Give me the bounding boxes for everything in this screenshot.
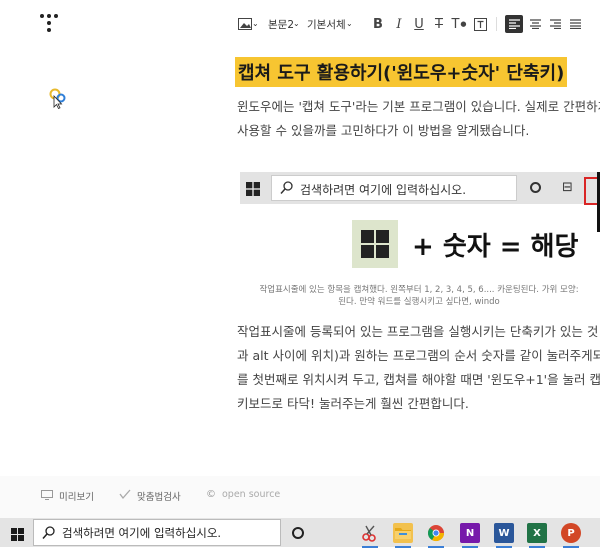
chevron-down-icon[interactable]: ⌄ <box>293 19 300 28</box>
tistory-logo-icon[interactable] <box>40 14 64 38</box>
spellcheck-button[interactable]: 맞춤법검사 <box>119 489 181 503</box>
paragraph-style-select[interactable]: 본문2 <box>268 17 294 32</box>
excel-icon[interactable]: X <box>527 523 547 548</box>
windows-taskbar: 검색하려면 여기에 입력하십시오. N W X P <box>0 518 600 548</box>
windows-icon <box>246 181 260 196</box>
text-color-icon[interactable]: T ● <box>451 16 467 32</box>
bold-icon[interactable]: B <box>370 16 386 32</box>
italic-icon[interactable]: I <box>391 16 407 32</box>
caption-line: 된다. 만약 워드를 실행시키고 싶다면, windo <box>338 297 500 307</box>
cortana-icon[interactable] <box>292 527 304 539</box>
word-icon[interactable]: W <box>494 523 514 548</box>
chevron-down-icon[interactable]: ⌄ <box>346 19 353 28</box>
underline-icon[interactable]: U <box>411 16 427 32</box>
taskbar-search-input[interactable]: 검색하려면 여기에 입력하십시오. <box>33 519 281 546</box>
body-paragraph[interactable]: 작업표시줄에 등록되어 있는 프로그램을 실행시키는 단축키가 있는 것 과 a… <box>237 320 600 416</box>
chrome-icon[interactable] <box>426 523 446 548</box>
paragraph-line: 과 alt 사이에 위치)과 원하는 프로그램의 순서 숫자를 같이 눌러주게되 <box>237 348 600 363</box>
monitor-icon <box>41 489 53 503</box>
embedded-screenshot[interactable]: 검색하려면 여기에 입력하십시오. ⊟ + 숫자 = 해당 <box>240 172 600 277</box>
chevron-down-icon[interactable]: ⌄ <box>252 19 259 28</box>
align-center-icon[interactable] <box>527 16 543 32</box>
search-icon <box>42 525 55 544</box>
taskbar-search-placeholder: 검색하려면 여기에 입력하십시오. <box>62 526 222 540</box>
screenshot-search-box: 검색하려면 여기에 입력하십시오. <box>271 175 517 201</box>
align-justify-icon[interactable] <box>567 16 583 32</box>
cortana-icon <box>530 182 541 193</box>
shortcut-formula: + 숫자 = 해당 <box>412 232 579 262</box>
busy-cursor-icon <box>48 88 70 110</box>
post-title[interactable]: 캡쳐 도구 활용하기('윈도우+숫자' 단축키) <box>235 57 568 87</box>
open-source-label: open source <box>222 489 281 500</box>
screenshot-taskbar: 검색하려면 여기에 입력하십시오. ⊟ <box>240 172 600 205</box>
paragraph-line: 사용할 수 있을까를 고민하다가 이 방법을 알게됐습니다. <box>237 123 530 138</box>
text-background-icon[interactable] <box>472 16 488 32</box>
file-explorer-icon[interactable] <box>393 523 413 548</box>
blog-editor: ⌄ 본문2 ⌄ 기본서체 ⌄ B I U T T ● 캡쳐 도구 활용하기('윈… <box>0 0 600 518</box>
strikethrough-icon[interactable]: T <box>431 16 447 32</box>
post-title-wrap: 캡쳐 도구 활용하기('윈도우+숫자' 단축키) <box>235 57 568 87</box>
toolbar-divider <box>496 17 497 31</box>
caption-line: 작업표시줄에 있는 항목을 캡쳐했다. 왼쪽부터 1, 2, 3, 4, 5, … <box>259 285 579 295</box>
font-family-select[interactable]: 기본서체 <box>307 17 346 32</box>
search-icon <box>280 180 293 199</box>
windows-start-icon[interactable] <box>11 526 24 541</box>
paragraph-line: 윈도우에는 '캡쳐 도구'라는 기본 프로그램이 있습니다. 실제로 간편하게 <box>237 99 600 114</box>
preview-label: 미리보기 <box>59 492 94 503</box>
intro-paragraph[interactable]: 윈도우에는 '캡쳐 도구'라는 기본 프로그램이 있습니다. 실제로 간편하게 … <box>237 95 600 143</box>
preview-button[interactable]: 미리보기 <box>41 489 94 503</box>
paragraph-line: 작업표시줄에 등록되어 있는 프로그램을 실행시키는 단축키가 있는 것 <box>237 324 599 339</box>
snipping-tool-icon[interactable] <box>360 523 380 548</box>
onenote-icon[interactable]: N <box>460 523 480 548</box>
image-caption[interactable]: 작업표시줄에 있는 항목을 캡쳐했다. 왼쪽부터 1, 2, 3, 4, 5, … <box>238 284 600 308</box>
windows-key-icon <box>352 220 398 268</box>
paragraph-line: 를 첫번째로 위치시켜 두고, 캡쳐를 해야할 때면 '윈도우+1'을 눌러 캡… <box>237 372 600 387</box>
spellcheck-label: 맞춤법검사 <box>137 492 181 503</box>
align-left-icon[interactable] <box>505 15 523 33</box>
paragraph-line: 키보드로 타닥! 눌러주는게 훨씬 간편합니다. <box>237 396 469 411</box>
task-view-icon: ⊟ <box>562 180 573 195</box>
editor-toolbar: ⌄ 본문2 ⌄ 기본서체 ⌄ B I U T T ● <box>0 0 600 50</box>
editor-bottom-bar: 미리보기 맞춤법검사 © open source <box>0 476 600 518</box>
powerpoint-icon[interactable]: P <box>561 523 581 548</box>
copyright-icon: © <box>206 489 216 500</box>
align-right-icon[interactable] <box>547 16 563 32</box>
spellcheck-icon <box>119 489 131 503</box>
open-source-link[interactable]: © open source <box>206 489 280 500</box>
insert-image-icon[interactable] <box>237 16 253 32</box>
screenshot-search-text: 검색하려면 여기에 입력하십시오. <box>300 183 467 197</box>
